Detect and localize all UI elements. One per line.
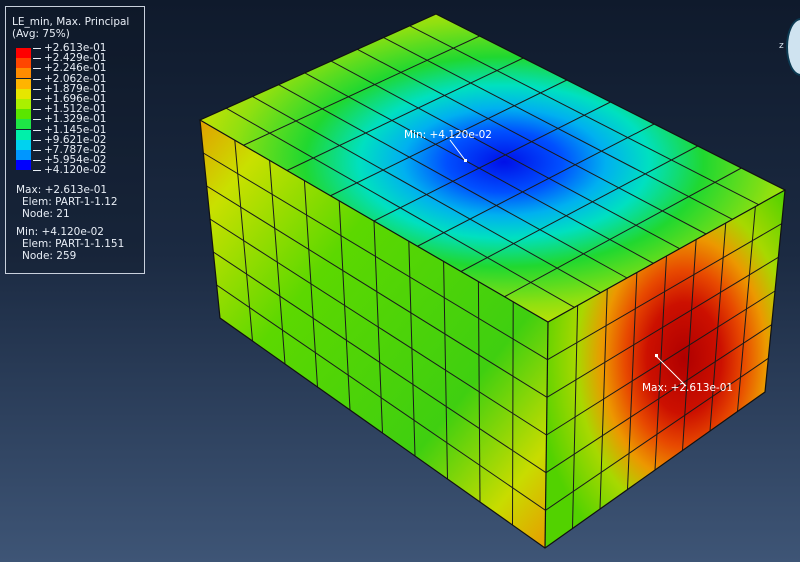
legend-tick — [33, 139, 41, 141]
legend-level-label: +4.120e-02 — [44, 164, 107, 177]
legend-tick — [33, 68, 41, 70]
legend-swatch — [16, 139, 31, 150]
legend-swatch — [16, 48, 31, 58]
legend-min-line: Min: +4.120e-02 — [16, 226, 104, 238]
contour-legend: LE_min, Max. Principal (Avg: 75%) +2.613… — [5, 6, 145, 274]
legend-max-elem: Elem: PART-1-1.12 — [22, 196, 118, 208]
legend-tick — [33, 170, 41, 172]
legend-tick — [33, 99, 41, 100]
min-marker-point — [464, 159, 467, 162]
legend-min-elem: Elem: PART-1-1.151 — [22, 238, 125, 250]
legend-tick — [33, 129, 41, 131]
legend-swatch — [16, 68, 31, 79]
legend-swatch — [16, 150, 31, 160]
legend-tick — [33, 48, 41, 49]
legend-max-node: Node: 21 — [22, 208, 70, 220]
triad-z-label: z — [779, 41, 784, 51]
legend-tick — [33, 160, 41, 162]
legend-tick — [33, 88, 41, 90]
legend-level-label: +1.329e-01 — [44, 113, 107, 126]
max-marker-label: Max: +2.613e-01 — [642, 382, 734, 394]
legend-swatch — [16, 78, 31, 89]
legend-tick — [33, 109, 41, 111]
legend-avg: (Avg: 75%) — [12, 28, 70, 40]
legend-tick — [33, 58, 41, 60]
max-marker-point — [655, 354, 658, 357]
legend-swatch — [16, 129, 31, 140]
legend-swatch — [16, 109, 31, 120]
legend-tick — [33, 150, 41, 151]
legend-max-line: Max: +2.613e-01 — [16, 184, 108, 196]
legend-swatch — [16, 99, 31, 109]
legend-swatch — [16, 58, 31, 69]
legend-title: LE_min, Max. Principal — [12, 16, 130, 28]
min-marker-label: Min: +4.120e-02 — [404, 129, 492, 141]
legend-swatch — [16, 119, 31, 130]
legend-swatch — [16, 88, 31, 99]
legend-min-node: Node: 259 — [22, 250, 77, 262]
legend-swatch — [16, 160, 31, 171]
legend-tick — [33, 119, 41, 121]
legend-level-label: +2.246e-01 — [44, 62, 107, 75]
legend-tick — [33, 78, 41, 80]
